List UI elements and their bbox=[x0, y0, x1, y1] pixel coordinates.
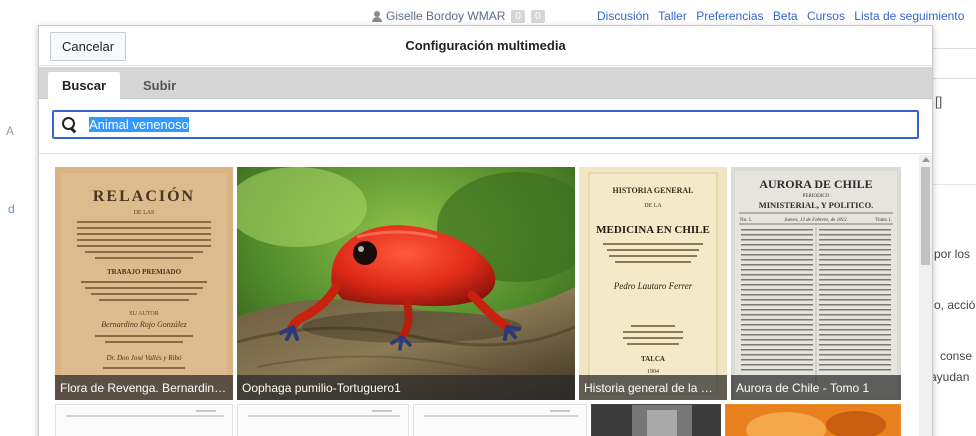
dialog-header: Cancelar Configuración multimedia bbox=[39, 26, 932, 66]
scan-text: Pedro Lautaro Ferrer bbox=[613, 281, 693, 291]
link-preferencias[interactable]: Preferencias bbox=[696, 9, 763, 23]
scroll-up-arrow-icon[interactable] bbox=[922, 157, 930, 162]
frog-photo-thumbnail bbox=[237, 167, 575, 400]
result-tile[interactable] bbox=[237, 404, 409, 436]
link-lista-seguimiento[interactable]: Lista de seguimiento bbox=[854, 9, 964, 23]
page-text-fragment: o, acció bbox=[934, 298, 976, 312]
scroll-thumb[interactable] bbox=[921, 167, 930, 265]
scan-text: Tomo 1. bbox=[875, 218, 892, 223]
scan-text: TRABAJO PREMIADO bbox=[107, 268, 182, 276]
result-tile[interactable]: HISTORIA GENERAL DE LA MEDICINA EN CHILE… bbox=[579, 167, 727, 400]
scan-text: No. 1. bbox=[740, 218, 752, 223]
dialog-tabs: Buscar Subir bbox=[39, 67, 932, 99]
page-text-fragment: ayudan bbox=[930, 370, 970, 384]
scan-text: MEDICINA EN CHILE bbox=[596, 224, 710, 236]
user-icon bbox=[372, 10, 382, 22]
document-scan-thumbnail: HISTORIA GENERAL DE LA MEDICINA EN CHILE… bbox=[579, 167, 727, 400]
result-tile[interactable]: AURORA DE CHILE PERIODICO MINISTERIAL, Y… bbox=[731, 167, 901, 400]
editor-toolbar-button[interactable]: [] bbox=[932, 80, 976, 124]
search-icon bbox=[62, 117, 76, 131]
result-tile[interactable]: Oophaga pumilio-Tortuguero1 bbox=[237, 167, 575, 400]
page-text-fragment: d bbox=[8, 202, 15, 216]
results-scrollbar[interactable] bbox=[919, 155, 932, 436]
scan-text: TALCA bbox=[641, 355, 665, 363]
scan-text: MINISTERIAL, Y POLITICO. bbox=[759, 200, 874, 210]
result-tile[interactable] bbox=[55, 404, 233, 436]
result-tile[interactable] bbox=[725, 404, 901, 436]
result-caption: Aurora de Chile - Tomo 1 bbox=[731, 375, 901, 400]
scan-text: DE LAS bbox=[134, 210, 155, 216]
page-text-fragment: A bbox=[6, 124, 15, 138]
search-input[interactable] bbox=[89, 114, 909, 135]
link-taller[interactable]: Taller bbox=[658, 9, 687, 23]
document-scan-thumbnail: RELACIÓN DE LAS TRABAJO PREMIADO SU AUTO… bbox=[55, 167, 233, 400]
divider bbox=[930, 48, 976, 49]
media-settings-dialog: Cancelar Configuración multimedia Buscar… bbox=[38, 25, 933, 436]
link-cursos[interactable]: Cursos bbox=[807, 9, 845, 23]
divider bbox=[933, 184, 976, 185]
scan-text: DE LA bbox=[644, 203, 662, 209]
newspaper-scan-thumbnail: AURORA DE CHILE PERIODICO MINISTERIAL, Y… bbox=[731, 167, 901, 400]
user-menu[interactable]: Giselle Bordoy WMAR 0 0 bbox=[372, 9, 545, 23]
result-tile[interactable] bbox=[413, 404, 587, 436]
scan-text: HISTORIA GENERAL bbox=[613, 186, 694, 195]
alerts-badge[interactable]: 0 bbox=[511, 9, 525, 23]
search-area bbox=[39, 100, 932, 154]
search-field[interactable] bbox=[52, 110, 919, 139]
result-caption: Flora de Revenga. Bernardino Rojo Gonzál… bbox=[55, 375, 233, 400]
result-tile[interactable]: RELACIÓN DE LAS TRABAJO PREMIADO SU AUTO… bbox=[55, 167, 233, 400]
cancel-button[interactable]: Cancelar bbox=[50, 32, 127, 61]
notices-badge[interactable]: 0 bbox=[530, 9, 545, 23]
personal-links: Discusión Taller Preferencias Beta Curso… bbox=[597, 9, 970, 23]
scan-text: Bernardino Rojo González bbox=[101, 320, 187, 329]
tab-buscar[interactable]: Buscar bbox=[48, 72, 121, 99]
link-discusion[interactable]: Discusión bbox=[597, 9, 649, 23]
scan-text: PERIODICO bbox=[803, 194, 830, 199]
scan-heading: RELACIÓN bbox=[93, 186, 195, 205]
scan-text: SU AUTOR bbox=[129, 311, 158, 317]
tab-subir[interactable]: Subir bbox=[129, 72, 190, 99]
search-results: RELACIÓN DE LAS TRABAJO PREMIADO SU AUTO… bbox=[39, 155, 932, 436]
divider bbox=[930, 78, 976, 79]
scan-text: Dr. Don José Vallés y Ribó bbox=[105, 354, 182, 362]
result-tile[interactable] bbox=[591, 404, 721, 436]
result-caption: Historia general de la medicina en Chile bbox=[579, 375, 727, 400]
scan-text: AURORA DE CHILE bbox=[759, 177, 872, 191]
result-caption: Oophaga pumilio-Tortuguero1 bbox=[237, 375, 575, 400]
dialog-title: Configuración multimedia bbox=[405, 38, 566, 53]
user-name-link[interactable]: Giselle Bordoy WMAR bbox=[386, 9, 505, 23]
scan-text: Jueves, 13 de Febrero, de 1812. bbox=[784, 218, 848, 223]
page-text-fragment: conse bbox=[940, 349, 973, 363]
page-text-fragment: por los bbox=[934, 247, 971, 261]
link-beta[interactable]: Beta bbox=[773, 9, 798, 23]
